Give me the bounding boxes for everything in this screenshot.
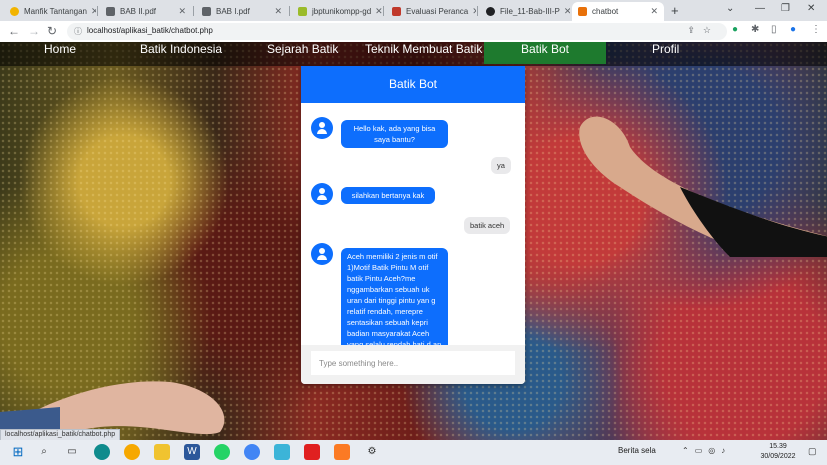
windows-taskbar: ⊞ ⌕ ▭ W ⚙ Berita sela ⌃▭◎♪ 15.39 30/09/2…	[0, 440, 827, 465]
page-background: Home Batik Indonesia Sejarah Batik Tekni…	[0, 42, 827, 440]
windows-start-icon[interactable]: ⊞	[10, 444, 26, 460]
chat-footer	[301, 345, 525, 384]
nav-teknik-membuat-batik[interactable]: Teknik Membuat Batik	[365, 42, 482, 64]
tab-favicon-icon	[578, 7, 587, 16]
acrobat-icon[interactable]	[304, 444, 320, 460]
hand-right-image	[579, 116, 827, 257]
bot-avatar-icon	[311, 243, 333, 265]
chat-input[interactable]	[311, 351, 515, 375]
puzzle-icon[interactable]: ✱	[751, 24, 759, 35]
site-navbar: Home Batik Indonesia Sejarah Batik Tekni…	[0, 42, 827, 66]
tab-close-icon[interactable]: ✕	[560, 6, 570, 17]
back-icon[interactable]: ←	[8, 24, 20, 38]
tab-close-icon[interactable]: ✕	[174, 6, 186, 17]
bot-message: silahkan bertanya kak	[341, 187, 435, 204]
weather-news[interactable]: Berita sela	[618, 446, 656, 455]
info-icon[interactable]: ⓘ	[74, 26, 82, 37]
chat-messages[interactable]: Hello kak, ada yang bisa saya bantu? ya …	[301, 103, 525, 345]
pdf-file-icon	[202, 7, 211, 16]
bot-avatar-icon	[311, 183, 333, 205]
restore-icon[interactable]: ❐	[781, 3, 790, 14]
tab-close-icon[interactable]: ✕	[646, 6, 658, 17]
bot-message: Hello kak, ada yang bisa saya bantu?	[341, 120, 448, 148]
nav-batik-bot[interactable]: Batik Bot	[484, 42, 606, 64]
tab-favicon-icon	[392, 7, 401, 16]
omnibox-actions[interactable]: ⇪☆	[687, 25, 719, 36]
browser-tab[interactable]: Evaluasi Peranca ✕	[386, 2, 476, 21]
browser-tab[interactable]: jbptunikompp-gd ✕	[292, 2, 382, 21]
tab-close-icon[interactable]: ✕	[87, 6, 96, 17]
browser-toolbar: ← → ↻ ⓘ localhost/aplikasi_batik/chatbot…	[0, 21, 827, 42]
browser-tab[interactable]: BAB II.pdf ✕	[100, 2, 192, 21]
browser-tab[interactable]: BAB I.pdf ✕	[196, 2, 288, 21]
clock[interactable]: 15.39 30/09/2022	[758, 442, 798, 462]
minimize-icon[interactable]: —	[755, 3, 765, 14]
tab-close-icon[interactable]: ✕	[270, 6, 282, 17]
pdf-file-icon	[106, 7, 115, 16]
chrome-canary-icon[interactable]	[124, 444, 140, 460]
github-icon	[486, 7, 495, 16]
nav-sejarah-batik[interactable]: Sejarah Batik	[267, 42, 338, 64]
task-view-icon[interactable]: ▭	[64, 444, 80, 460]
extension-icon[interactable]: ●	[732, 24, 738, 35]
browser-tab-strip: Manfik Tantangan ✕ BAB II.pdf ✕ BAB I.pd…	[0, 0, 827, 21]
bot-message: Aceh memiliki 2 jenis m otif 1)Motif Bat…	[341, 248, 448, 345]
nav-home[interactable]: Home	[44, 42, 76, 64]
search-icon[interactable]: ⌕	[36, 444, 52, 460]
whatsapp-icon[interactable]	[214, 444, 230, 460]
system-tray-icons[interactable]: ⌃▭◎♪	[682, 446, 731, 455]
browser-tab[interactable]: File_11-Bab-III-P ✕	[480, 2, 570, 21]
new-tab-button[interactable]: +	[671, 3, 679, 18]
chatbot-widget: Batik Bot Hello kak, ada yang bisa saya …	[301, 66, 525, 384]
browser-tab-active[interactable]: chatbot ✕	[572, 2, 664, 21]
menu-icon[interactable]: ⋮	[811, 24, 821, 35]
edge-icon[interactable]	[94, 444, 110, 460]
tab-close-icon[interactable]: ✕	[371, 6, 382, 17]
profile-avatar[interactable]: ●	[790, 24, 796, 35]
browser-tab[interactable]: Manfik Tantangan ✕	[4, 2, 96, 21]
file-explorer-icon[interactable]	[154, 444, 170, 460]
reload-icon[interactable]: ↻	[47, 24, 57, 38]
xampp-icon[interactable]	[334, 444, 350, 460]
bot-avatar-icon	[311, 117, 333, 139]
address-url[interactable]: localhost/aplikasi_batik/chatbot.php	[87, 26, 213, 35]
forward-icon[interactable]: →	[28, 24, 40, 38]
chrome-icon[interactable]	[244, 444, 260, 460]
word-icon[interactable]: W	[184, 444, 200, 460]
notification-icon[interactable]: ▢	[808, 446, 817, 457]
tab-favicon-icon	[10, 7, 19, 16]
app-icon[interactable]	[274, 444, 290, 460]
nav-batik-indonesia[interactable]: Batik Indonesia	[140, 42, 222, 64]
address-bar[interactable]: ⓘ localhost/aplikasi_batik/chatbot.php ⇪…	[67, 23, 727, 40]
user-message: batik aceh	[464, 217, 511, 234]
user-message: ya	[491, 157, 511, 174]
chat-title: Batik Bot	[301, 66, 525, 103]
tab-close-icon[interactable]: ✕	[468, 6, 476, 17]
close-window-icon[interactable]: ✕	[807, 3, 815, 14]
sidebar-icon[interactable]: ▯	[771, 24, 777, 35]
nav-profil[interactable]: Profil	[652, 42, 679, 64]
tab-favicon-icon	[298, 7, 307, 16]
tab-search-icon[interactable]: ⌄	[726, 3, 734, 14]
settings-icon[interactable]: ⚙	[364, 444, 380, 460]
